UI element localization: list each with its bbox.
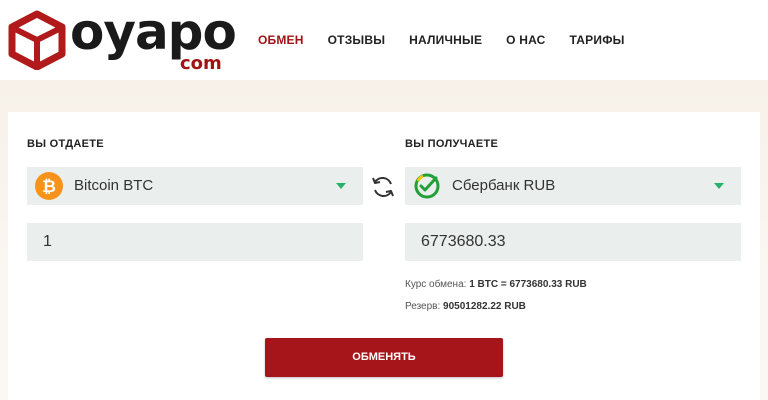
give-label: ВЫ ОТДАЕТЕ xyxy=(27,138,104,150)
svg-text:₿: ₿ xyxy=(42,177,56,197)
chevron-down-icon xyxy=(714,183,724,189)
reserve-label: Резерв: xyxy=(405,301,441,312)
exchange-rate-label: Курс обмена: xyxy=(405,279,467,290)
main-nav: ОБМЕН ОТЗЫВЫ НАЛИЧНЫЕ О НАС ТАРИФЫ xyxy=(258,31,649,49)
site-header: oyapo com ОБМЕН ОТЗЫВЫ НАЛИЧНЫЕ О НАС ТА… xyxy=(0,0,768,80)
nav-item-exchange[interactable]: ОБМЕН xyxy=(258,31,304,49)
nav-item-cash[interactable]: НАЛИЧНЫЕ xyxy=(409,31,482,49)
receive-currency-select[interactable]: Сбербанк RUB xyxy=(405,167,741,205)
exchange-button[interactable]: ОБМЕНЯТЬ xyxy=(265,338,503,377)
reserve-value: 90501282.22 RUB xyxy=(443,301,526,312)
give-amount-input[interactable]: 1 xyxy=(27,223,363,261)
receive-amount-input[interactable]: 6773680.33 xyxy=(405,223,741,261)
give-currency-label: Bitcoin BTC xyxy=(74,177,154,194)
give-currency-select[interactable]: ₿ Bitcoin BTC xyxy=(27,167,363,205)
nav-item-about[interactable]: О НАС xyxy=(506,31,545,49)
nav-item-reviews[interactable]: ОТЗЫВЫ xyxy=(328,31,386,49)
cube-logo-icon xyxy=(8,10,66,70)
sberbank-icon xyxy=(414,173,440,199)
nav-item-tariffs[interactable]: ТАРИФЫ xyxy=(570,31,625,49)
logo[interactable]: oyapo com xyxy=(8,3,238,74)
exchange-rate-value: 1 BTC = 6773680.33 RUB xyxy=(469,279,587,290)
logo-domain: com xyxy=(180,53,222,74)
reserve: Резерв: 90501282.22 RUB xyxy=(405,301,526,312)
swap-icon[interactable] xyxy=(370,174,396,200)
receive-label: ВЫ ПОЛУЧАЕТЕ xyxy=(405,138,499,150)
bitcoin-icon: ₿ xyxy=(35,172,63,200)
receive-currency-label: Сбербанк RUB xyxy=(452,177,556,194)
exchange-rate: Курс обмена: 1 BTC = 6773680.33 RUB xyxy=(405,279,587,290)
chevron-down-icon xyxy=(336,183,346,189)
